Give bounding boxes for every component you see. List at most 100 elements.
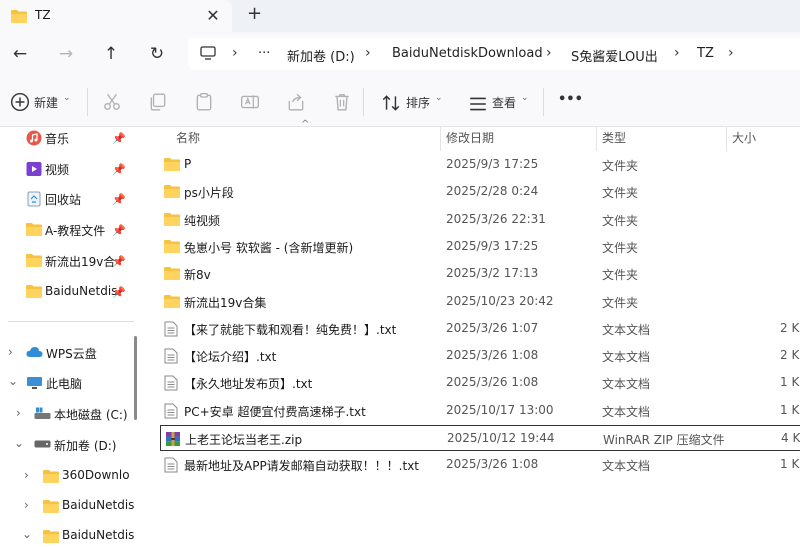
new-button[interactable]: 新建	[34, 94, 58, 111]
file-type: 文件夹	[602, 240, 639, 255]
file-row[interactable]: 上老王论坛当老王.zip 2025/10/12 19:44 WinRAR ZIP 压…	[160, 425, 800, 451]
pin-icon: 📌	[112, 224, 126, 237]
file-type: WinRAR ZIP 压缩文件	[603, 433, 725, 447]
share-icon[interactable]	[286, 92, 306, 112]
view-button[interactable]: 查看	[492, 94, 516, 111]
folder-icon	[164, 212, 180, 229]
column-header-size[interactable]: 大小	[732, 129, 756, 153]
file-date: 2025/2/28 0:24	[446, 184, 539, 199]
forward-button[interactable]: →	[56, 44, 76, 64]
file-row[interactable]: PC+安卓 超便宜付费高速梯子.txt 2025/10/17 13:00 文本文档 1…	[160, 398, 800, 424]
view-icon	[470, 97, 486, 111]
file-type: 文本文档	[602, 404, 651, 419]
tree-item-label: 本地磁盘 (C:)	[54, 408, 128, 422]
tree-item-label: 新加卷 (D:)	[54, 439, 117, 453]
navigation-pane: 音乐 📌 视频 📌 回收站 📌 A-教程文件 📌 新流出19v合 📌 Baidu…	[0, 127, 143, 543]
sidebar-item-video[interactable]: 视频 📌	[26, 158, 136, 180]
column-divider[interactable]	[726, 127, 727, 151]
back-button[interactable]: ←	[10, 44, 30, 64]
file-size: 1 KB	[780, 457, 800, 472]
view-dropdown-chevron-icon[interactable]: ⌄	[521, 93, 529, 103]
file-type: 文本文档	[602, 459, 651, 474]
file-list: ^ 名称 修改日期 类型 大小 P 2025/9/3 17:25 文件夹 ps小片段 2…	[146, 119, 800, 542]
sort-button[interactable]: 排序	[406, 94, 430, 111]
folder-icon	[26, 254, 42, 267]
file-row[interactable]: 【来了就能下载和观看！纯免费！】.txt 2025/3/26 1:07 文本文档 2 …	[160, 316, 800, 342]
file-date: 2025/3/26 1:08	[446, 457, 539, 472]
tree-item-360download[interactable]: › 360Downlo	[22, 465, 136, 487]
windows-drive-icon	[34, 407, 51, 419]
file-date: 2025/9/3 17:25	[446, 238, 539, 253]
pc-icon	[200, 46, 216, 60]
column-header-name[interactable]: 名称	[176, 129, 200, 153]
expand-chevron-icon[interactable]: ›	[24, 498, 29, 512]
sidebar-item-new-leak[interactable]: 新流出19v合 📌	[26, 250, 136, 272]
file-row[interactable]: 新8v 2025/3/2 17:13 文件夹	[160, 261, 800, 287]
expand-chevron-icon[interactable]: ›	[16, 406, 21, 420]
rename-icon[interactable]	[240, 92, 260, 112]
file-row[interactable]: ps小片段 2025/2/28 0:24 文件夹	[160, 179, 800, 205]
delete-icon[interactable]	[332, 92, 352, 112]
breadcrumb-item-tz[interactable]: TZ	[697, 46, 714, 61]
breadcrumb-more-button[interactable]: ···	[258, 46, 270, 61]
breadcrumb-separator: ›	[674, 45, 680, 61]
tree-item-label: WPS云盘	[46, 347, 97, 361]
column-header-type[interactable]: 类型	[602, 129, 626, 153]
column-divider[interactable]	[440, 127, 441, 151]
paste-icon[interactable]	[194, 92, 214, 112]
file-row[interactable]: P 2025/9/3 17:25 文件夹	[160, 152, 800, 178]
tree-item-d-drive[interactable]: ⌄ 新加卷 (D:)	[14, 434, 134, 456]
column-divider[interactable]	[596, 127, 597, 151]
add-icon	[10, 92, 30, 112]
collapse-chevron-icon[interactable]: ⌄	[22, 527, 32, 541]
sidebar-item-music[interactable]: 音乐 📌	[26, 127, 136, 149]
tree-item-baidu-1[interactable]: › BaiduNetdis	[22, 495, 136, 517]
file-type: 文本文档	[602, 377, 651, 392]
refresh-button[interactable]: ↻	[147, 44, 167, 64]
music-icon	[26, 130, 42, 146]
expand-chevron-icon[interactable]: ›	[8, 345, 13, 359]
collapse-chevron-icon[interactable]: ⌄	[14, 436, 24, 450]
tree-item-baidu-2[interactable]: ⌄ BaiduNetdis	[22, 525, 136, 547]
sidebar-item-baidu[interactable]: BaiduNetdis 📌	[26, 281, 136, 303]
tree-item-label: 此电脑	[46, 377, 83, 391]
file-row[interactable]: 新流出19v合集 2025/10/23 20:42 文件夹	[160, 289, 800, 315]
sort-icon	[382, 95, 400, 111]
new-tab-button[interactable]: +	[247, 3, 262, 24]
sidebar-item-label: BaiduNetdis	[45, 284, 118, 298]
sidebar-scrollbar[interactable]	[134, 336, 137, 420]
file-row[interactable]: 【论坛介绍】.txt 2025/3/26 1:08 文本文档 2 KB	[160, 343, 800, 369]
folder-icon	[164, 157, 180, 174]
tree-item-this-pc[interactable]: ⌄ 此电脑	[6, 372, 134, 394]
file-name: 纯视频	[184, 213, 221, 228]
sort-dropdown-chevron-icon[interactable]: ⌄	[435, 93, 443, 103]
up-button[interactable]: ↑	[101, 44, 121, 64]
cut-icon[interactable]	[102, 92, 122, 112]
tab-tz[interactable]: TZ ✕	[0, 0, 232, 32]
address-bar[interactable]: › ··· 新加卷 (D:) › BaiduNetdiskDownload › …	[188, 38, 800, 70]
tree-item-c-drive[interactable]: › 本地磁盘 (C:)	[14, 403, 134, 425]
video-icon	[26, 162, 42, 176]
file-row[interactable]: 【永久地址发布页】.txt 2025/3/26 1:08 文本文档 1 KB	[160, 370, 800, 396]
expand-chevron-icon[interactable]: ›	[24, 468, 29, 482]
column-header-date[interactable]: 修改日期	[446, 129, 494, 153]
copy-icon[interactable]	[148, 92, 168, 112]
file-row[interactable]: 兔崽小号 软软酱 - (含新增更新) 2025/9/3 17:25 文件夹	[160, 234, 800, 260]
sidebar-item-a-tutorials[interactable]: A-教程文件 📌	[26, 219, 136, 241]
file-date: 2025/10/23 20:42	[446, 293, 554, 308]
new-dropdown-chevron-icon[interactable]: ⌄	[63, 93, 71, 103]
file-row[interactable]: 最新地址及APP请发邮箱自动获取！！！.txt 2025/3/26 1:08 文本文…	[160, 452, 800, 478]
breadcrumb-item-d-drive[interactable]: 新加卷 (D:)	[287, 46, 355, 65]
close-tab-icon[interactable]: ✕	[206, 6, 220, 25]
collapse-chevron-icon[interactable]: ⌄	[8, 374, 18, 388]
file-name: 上老王论坛当老王.zip	[185, 433, 303, 447]
tree-item-wps-cloud[interactable]: › WPS云盘	[6, 342, 134, 364]
file-row[interactable]: 纯视频 2025/3/26 22:31 文件夹	[160, 207, 800, 233]
breadcrumb-item-s[interactable]: S兔酱爱LOU出	[571, 46, 658, 65]
breadcrumb-item-baidu[interactable]: BaiduNetdiskDownload	[392, 46, 543, 61]
sidebar-item-recycle-bin[interactable]: 回收站 📌	[26, 188, 136, 210]
more-options-button[interactable]: •••	[558, 92, 583, 107]
file-date: 2025/3/2 17:13	[446, 266, 539, 281]
sidebar-divider	[8, 321, 134, 322]
file-size: 1 KB	[780, 375, 800, 390]
